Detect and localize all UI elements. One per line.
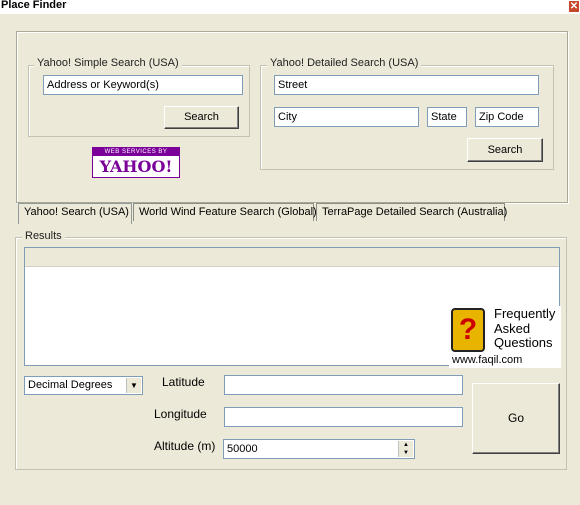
detailed-search-legend: Yahoo! Detailed Search (USA) — [267, 57, 422, 69]
go-button[interactable]: Go — [472, 383, 560, 454]
results-legend: Results — [22, 230, 65, 242]
simple-search-button[interactable]: Search — [164, 106, 239, 129]
close-button[interactable]: ✕ — [568, 0, 580, 13]
chevron-down-icon[interactable]: ▼ — [126, 378, 141, 393]
state-input[interactable]: State — [427, 107, 467, 127]
latitude-input[interactable] — [224, 375, 463, 395]
altitude-value: 50000 — [227, 443, 258, 455]
yahoo-logo: WEB SERVICES BY YAHOO! — [92, 147, 180, 178]
yahoo-logo-brand: YAHOO! — [99, 157, 173, 176]
coordinate-format-select[interactable]: Decimal Degrees ▼ — [24, 376, 143, 395]
zip-code-input[interactable]: Zip Code — [475, 107, 539, 127]
latitude-label: Latitude — [162, 375, 205, 389]
address-keyword-input[interactable]: Address or Keyword(s) — [43, 75, 243, 95]
altitude-stepper[interactable]: 50000 ▲ ▼ — [223, 439, 415, 459]
faq-line-2: Asked — [494, 321, 531, 336]
faq-line-1: Frequently — [494, 306, 556, 321]
faq-url: www.faqil.com — [452, 354, 523, 366]
simple-search-legend: Yahoo! Simple Search (USA) — [34, 57, 182, 69]
spin-down-icon[interactable]: ▼ — [399, 449, 413, 457]
yahoo-logo-caption: WEB SERVICES BY — [93, 148, 179, 156]
tab-world-wind-search[interactable]: World Wind Feature Search (Global) — [133, 203, 317, 221]
altitude-spinner[interactable]: ▲ ▼ — [398, 441, 413, 457]
tab-terrapage-search[interactable]: TerraPage Detailed Search (Australia) — [316, 203, 507, 221]
title-bar: Place Finder ✕ — [0, 0, 580, 14]
longitude-input[interactable] — [224, 407, 463, 427]
question-badge-icon: ? — [451, 308, 485, 352]
coordinate-format-value: Decimal Degrees — [28, 379, 113, 391]
close-icon: ✕ — [569, 1, 579, 12]
city-input[interactable]: City — [274, 107, 419, 127]
longitude-label: Longitude — [154, 407, 207, 421]
faq-line-3: Questions — [494, 335, 553, 350]
results-header — [25, 248, 559, 267]
detailed-search-button[interactable]: Search — [467, 138, 543, 162]
faq-watermark: ? Frequently Asked Questions www.faqil.c… — [449, 306, 561, 368]
tab-yahoo-search[interactable]: Yahoo! Search (USA) — [18, 203, 132, 224]
altitude-label: Altitude (m) — [154, 439, 216, 453]
window-title: Place Finder — [1, 0, 67, 11]
spin-up-icon[interactable]: ▲ — [399, 441, 413, 449]
street-input[interactable]: Street — [274, 75, 539, 95]
